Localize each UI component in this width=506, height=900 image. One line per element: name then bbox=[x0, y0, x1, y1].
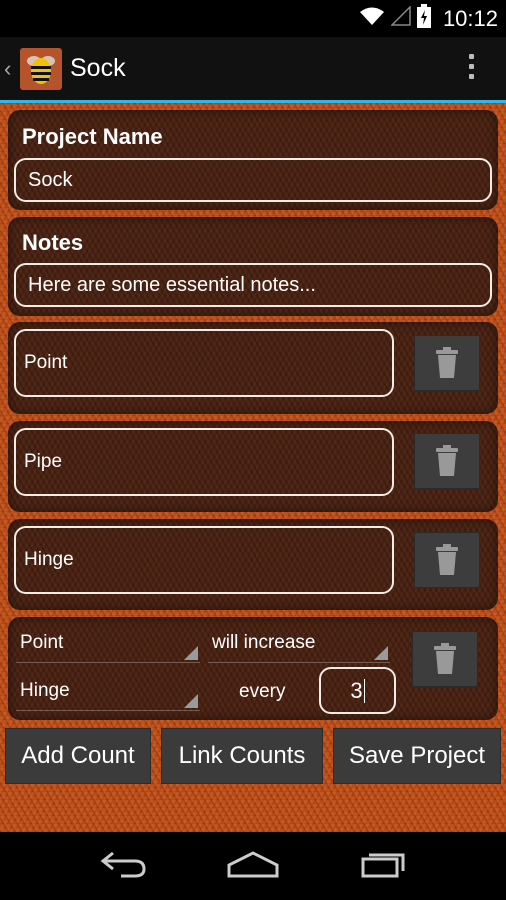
status-bar: 10:12 bbox=[0, 0, 506, 37]
notes-label: Notes bbox=[22, 230, 84, 255]
recent-apps-icon[interactable] bbox=[359, 849, 407, 884]
count-card: Hinge bbox=[8, 519, 498, 610]
notes-card: Notes Here are some essential notes... bbox=[8, 217, 498, 316]
source-count-value: Point bbox=[20, 631, 64, 653]
save-project-button[interactable]: Save Project bbox=[333, 728, 501, 784]
every-label: every bbox=[239, 681, 286, 702]
delete-count-button[interactable] bbox=[414, 335, 480, 391]
spinner-arrow-icon bbox=[184, 646, 198, 660]
battery-charging-icon bbox=[416, 4, 431, 33]
source-count-spinner[interactable]: Point bbox=[16, 623, 200, 663]
link-counts-button[interactable]: Link Counts bbox=[161, 728, 323, 784]
delete-link-button[interactable] bbox=[412, 631, 478, 687]
delete-count-button[interactable] bbox=[414, 433, 480, 489]
count-name-field[interactable]: Pipe bbox=[14, 428, 394, 496]
interval-value: 3 bbox=[350, 677, 363, 703]
spinner-arrow-icon bbox=[184, 694, 198, 708]
page-title: Sock bbox=[70, 54, 126, 82]
link-action-value: will increase bbox=[212, 631, 316, 653]
count-name-field[interactable]: Point bbox=[14, 329, 394, 397]
project-name-card: Project Name Sock bbox=[8, 110, 498, 210]
up-caret-icon[interactable]: ‹ bbox=[4, 56, 18, 82]
home-icon[interactable] bbox=[226, 849, 280, 884]
overflow-menu-icon[interactable] bbox=[466, 54, 476, 79]
project-name-field[interactable]: Sock bbox=[14, 158, 492, 202]
wifi-icon bbox=[359, 6, 385, 31]
text-cursor bbox=[363, 678, 365, 703]
target-count-value: Hinge bbox=[20, 679, 70, 701]
trash-icon bbox=[436, 544, 458, 575]
count-name-field[interactable]: Hinge bbox=[14, 526, 394, 594]
project-editor: Project Name Sock Notes Here are some es… bbox=[0, 103, 506, 832]
count-card: Point bbox=[8, 322, 498, 414]
trash-icon bbox=[436, 445, 458, 476]
bee-app-icon[interactable] bbox=[20, 47, 62, 90]
action-bar: ‹ Sock bbox=[0, 37, 506, 100]
add-count-button[interactable]: Add Count bbox=[5, 728, 151, 784]
trash-icon bbox=[436, 347, 458, 378]
notes-field[interactable]: Here are some essential notes... bbox=[14, 263, 492, 307]
project-name-label: Project Name bbox=[22, 124, 163, 149]
back-icon[interactable] bbox=[99, 849, 147, 884]
delete-count-button[interactable] bbox=[414, 532, 480, 588]
link-counts-card: Point will increase Hinge every 3 bbox=[8, 617, 498, 720]
navigation-bar bbox=[0, 832, 506, 900]
spinner-arrow-icon bbox=[374, 646, 388, 660]
signal-icon bbox=[390, 5, 411, 31]
link-action-spinner[interactable]: will increase bbox=[208, 623, 390, 663]
status-clock: 10:12 bbox=[442, 5, 498, 31]
count-card: Pipe bbox=[8, 421, 498, 512]
trash-icon bbox=[434, 643, 456, 674]
target-count-spinner[interactable]: Hinge bbox=[16, 671, 200, 711]
interval-input[interactable]: 3 bbox=[319, 667, 396, 714]
